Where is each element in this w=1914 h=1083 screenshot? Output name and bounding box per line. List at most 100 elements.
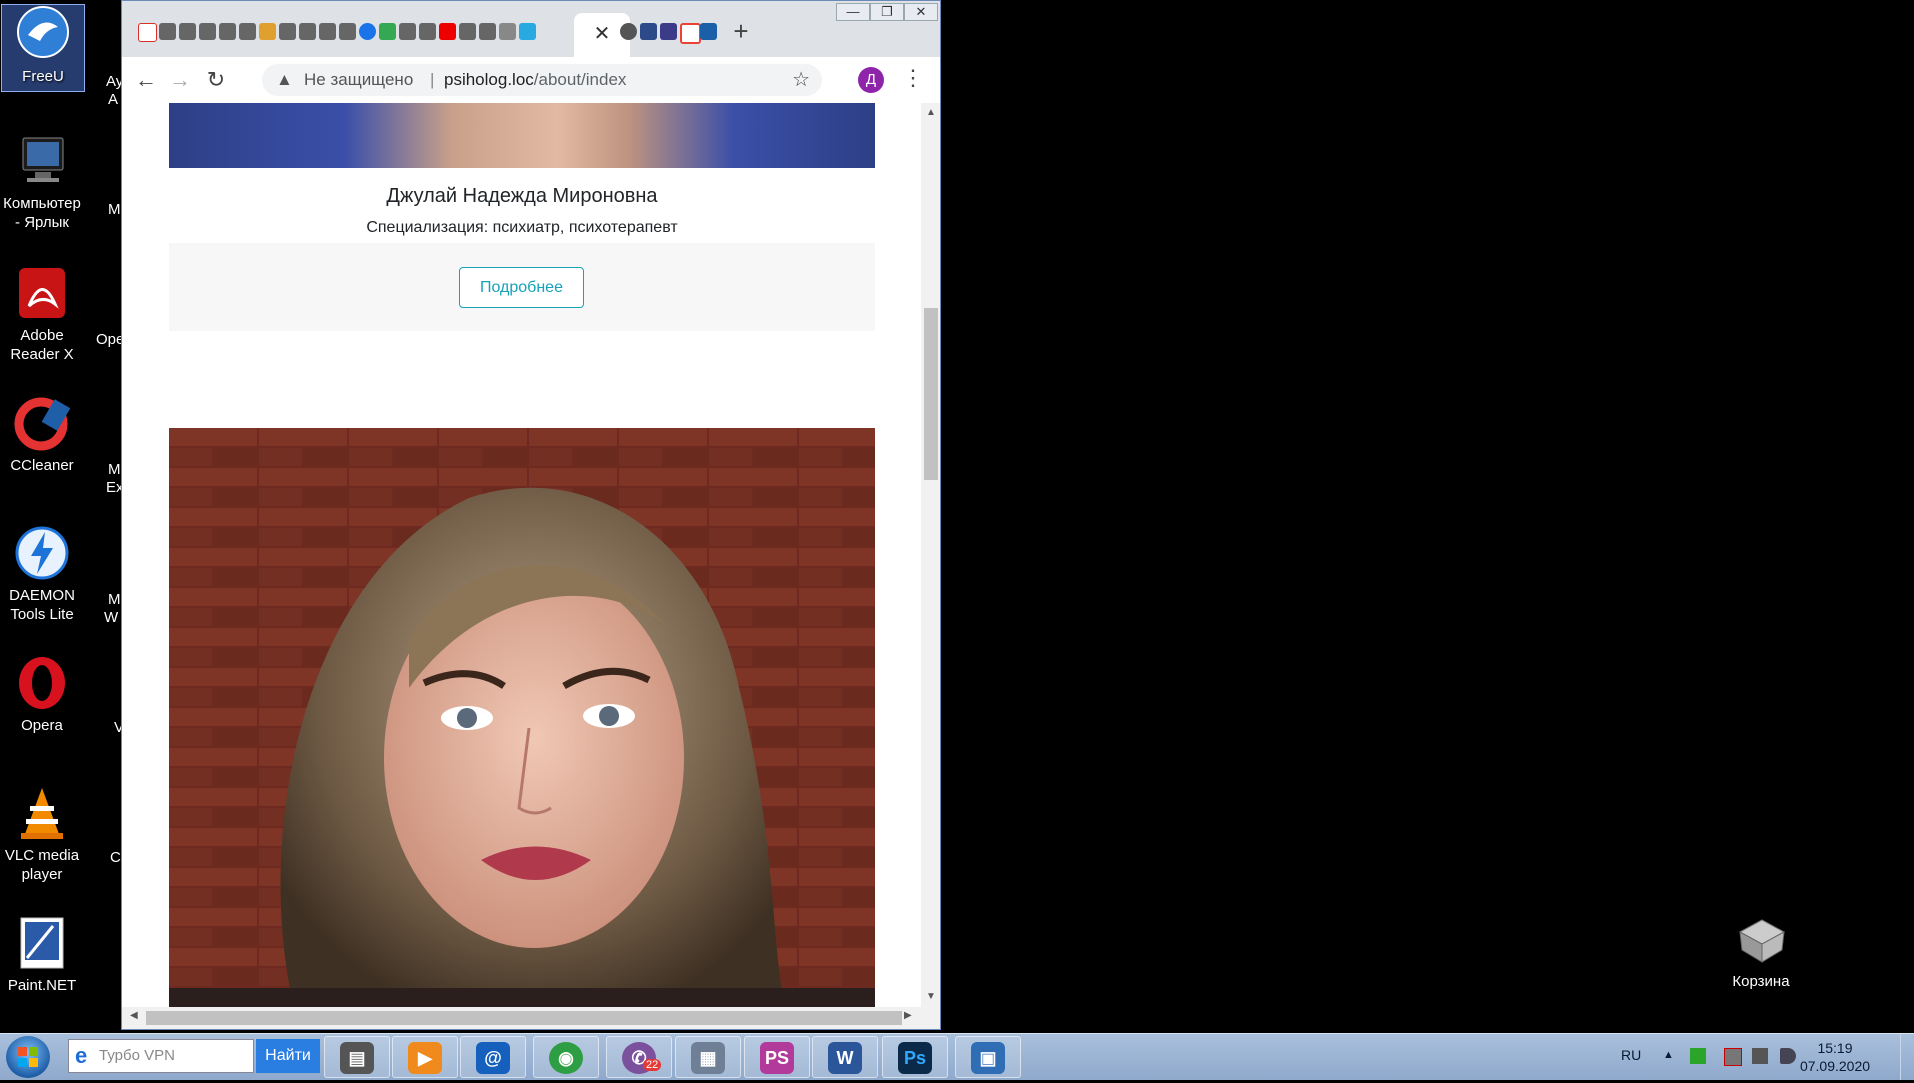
language-indicator[interactable]: RU [1621, 1047, 1641, 1063]
doctor-name: Джулай Надежда Мироновна [386, 185, 658, 207]
clock-time: 15:19 [1817, 1040, 1853, 1056]
forward-button[interactable]: → [166, 66, 194, 94]
taskbar-media-player[interactable]: ▶ [392, 1036, 458, 1078]
desktop-icon-computer[interactable]: Компьютер - Ярлык [1, 132, 83, 232]
search-button[interactable]: Найти [256, 1039, 320, 1073]
show-desktop-button[interactable] [1900, 1034, 1914, 1080]
security-status[interactable]: Не защищено [304, 64, 413, 96]
tab-favicon-icon[interactable] [459, 23, 476, 40]
tab-favicon-icon[interactable] [159, 23, 176, 40]
start-button[interactable] [6, 1036, 50, 1078]
desktop-icon-recycle-bin[interactable]: Корзина [1716, 910, 1806, 991]
desktop-icon-label: Paint.NET [7, 977, 77, 994]
partial-icon-label: M [108, 201, 121, 218]
more-button[interactable]: Подробнее [459, 267, 584, 308]
taskbar-word[interactable]: W [812, 1036, 878, 1078]
tab-favicon-icon[interactable] [299, 23, 316, 40]
globe-tab-icon[interactable] [620, 23, 637, 40]
desktop-icon-vlc[interactable]: VLC media player [1, 784, 83, 884]
image-viewer-icon: ▣ [971, 1042, 1005, 1074]
url-separator: | [430, 70, 435, 89]
tab-favicon-icon[interactable] [199, 23, 216, 40]
calculator-icon: ▦ [691, 1042, 725, 1074]
reload-button[interactable]: ↻ [202, 66, 230, 94]
taskbar-file-manager[interactable]: ▤ [324, 1036, 390, 1078]
desktop-icon-daemon-tools[interactable]: DAEMON Tools Lite [1, 524, 83, 624]
desktop-icon-ccleaner[interactable]: CCleaner [1, 394, 83, 475]
flag-icon[interactable] [1690, 1048, 1706, 1064]
taskbar-phpstorm[interactable]: PS [744, 1036, 810, 1078]
tab-favicon-icon[interactable] [499, 23, 516, 40]
scroll-right-icon[interactable]: ▶ [904, 1010, 912, 1021]
settings-tab-icon[interactable] [359, 23, 376, 40]
lightning-icon [13, 524, 71, 582]
desktop-icon-adobe-reader[interactable]: Adobe Reader X [1, 264, 83, 364]
warning-icon[interactable]: ▲ [276, 64, 293, 96]
tab-favicon-icon[interactable] [339, 23, 356, 40]
tab-favicon-icon[interactable] [179, 23, 196, 40]
desktop-icon-label: Adobe Reader X [10, 327, 74, 363]
desktop-icon-label: Opera [21, 717, 63, 734]
maximize-button[interactable]: ❐ [870, 3, 904, 21]
taskbar-search-input[interactable]: e Турбо VPN [68, 1039, 254, 1073]
tab-favicon-icon[interactable] [519, 23, 536, 40]
show-hidden-icons-icon[interactable]: ▲ [1663, 1049, 1674, 1061]
tab-favicon-icon[interactable] [279, 23, 296, 40]
address-bar[interactable]: ▲ Не защищено | psiholog.loc/about/index… [262, 64, 822, 96]
close-tab-icon[interactable]: ✕ [588, 21, 616, 46]
tab-favicon-icon[interactable] [700, 23, 717, 40]
tab-favicon-icon[interactable] [479, 23, 496, 40]
tab-favicon-icon[interactable] [259, 23, 276, 40]
desktop-icon-label: VLC media player [4, 847, 80, 883]
shield-tab-icon[interactable] [640, 23, 657, 40]
close-window-button[interactable]: ✕ [904, 3, 938, 21]
gmail-tab-icon[interactable] [138, 23, 157, 42]
desktop-icon-paint-net[interactable]: Paint.NET [1, 914, 83, 995]
tab-favicon-icon[interactable] [319, 23, 336, 40]
tab-strip: ✕ + — ❐ ✕ [122, 1, 940, 57]
taskbar-photoshop[interactable]: Ps [882, 1036, 948, 1078]
system-clock[interactable]: 15:19 07.09.2020 [1796, 1039, 1874, 1075]
google-tab-icon[interactable] [680, 23, 701, 44]
back-button[interactable]: ← [132, 66, 160, 94]
taskbar-calculator[interactable]: ▦ [675, 1036, 741, 1078]
tab-favicon-icon[interactable] [399, 23, 416, 40]
network-error-icon[interactable] [1724, 1048, 1742, 1066]
desktop-icon-freeu[interactable]: FreeU [1, 4, 85, 92]
tab-favicon-icon[interactable] [660, 23, 677, 40]
scroll-left-icon[interactable]: ◀ [130, 1010, 138, 1021]
browser-menu-icon[interactable]: ⋮ [902, 65, 924, 91]
partial-icon-label: M [108, 461, 121, 478]
taskbar-viber[interactable]: ✆ 22 [606, 1036, 672, 1078]
scroll-down-icon[interactable]: ▼ [921, 991, 940, 1002]
tab-favicon-icon[interactable] [219, 23, 236, 40]
minimize-button[interactable]: — [836, 3, 870, 21]
youtube-tab-icon[interactable] [439, 23, 456, 40]
taskbar-mail[interactable]: @ [460, 1036, 526, 1078]
url-path: /about/index [533, 70, 627, 89]
taskbar-chrome[interactable]: ◉ [533, 1036, 599, 1078]
taskbar-image-viewer[interactable]: ▣ [955, 1036, 1021, 1078]
desktop-icon-opera[interactable]: Opera [1, 654, 83, 735]
tab-favicon-icon[interactable] [419, 23, 436, 40]
profile-avatar[interactable]: Д [858, 67, 884, 93]
doctor-photo [169, 103, 875, 168]
network-icon[interactable] [1752, 1048, 1768, 1064]
vertical-scrollbar[interactable]: ▲ ▼ [921, 103, 940, 1007]
volume-icon[interactable] [1780, 1048, 1796, 1064]
scroll-thumb[interactable] [924, 308, 938, 480]
browser-toolbar: ← → ↻ ▲ Не защищено | psiholog.loc/about… [122, 57, 940, 104]
tab-favicon-icon[interactable] [239, 23, 256, 40]
partial-icon-label: W [104, 609, 119, 626]
ccleaner-icon [13, 394, 71, 452]
horizontal-scrollbar[interactable]: ◀ ▶ [122, 1007, 940, 1029]
new-tab-button[interactable]: + [726, 16, 756, 47]
bookmark-star-icon[interactable]: ☆ [792, 64, 810, 96]
scroll-thumb[interactable] [146, 1011, 902, 1025]
freeu-icon [14, 5, 72, 63]
url-text[interactable]: psiholog.loc/about/index [444, 64, 626, 96]
monitor-icon [13, 132, 71, 190]
tab-favicon-icon[interactable] [379, 23, 396, 40]
desktop-icon-label: Корзина [1732, 973, 1790, 990]
scroll-up-icon[interactable]: ▲ [921, 107, 940, 118]
